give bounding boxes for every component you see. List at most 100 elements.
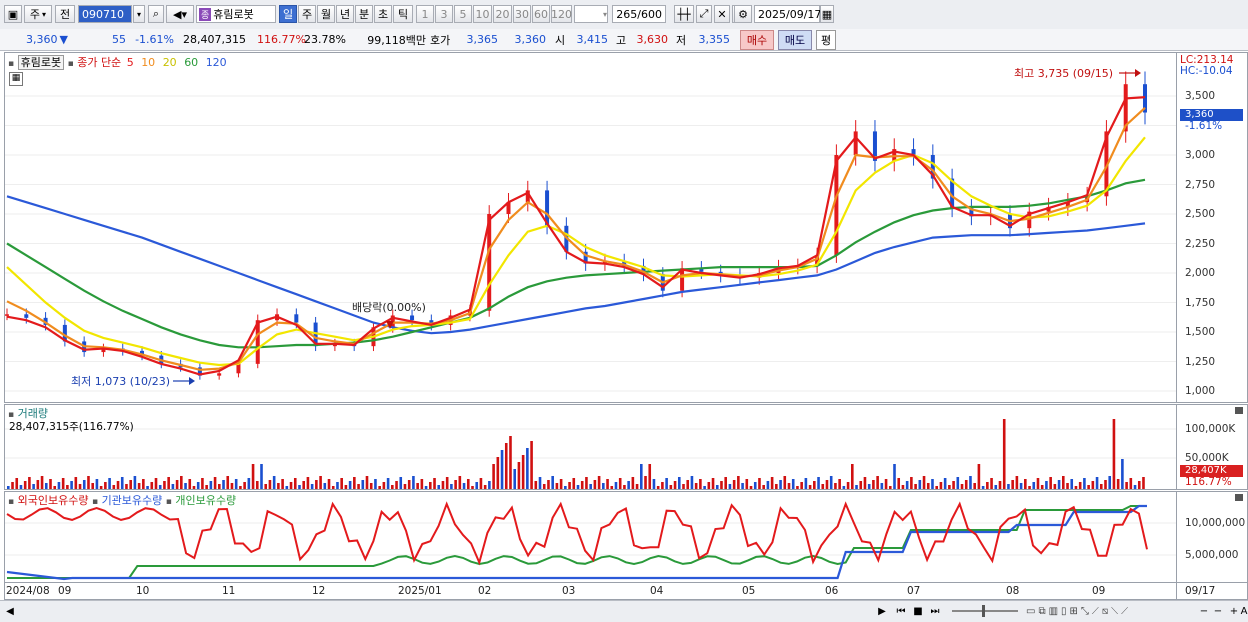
sell-button[interactable]: 매도 (778, 30, 812, 50)
last-icon[interactable]: ⏭ (927, 604, 943, 618)
zoom-slider[interactable] (950, 604, 1020, 618)
calendar-icon[interactable]: ▦ (820, 5, 834, 23)
x-label: 10 (136, 585, 150, 597)
scroll-right-icon[interactable]: ▶ (876, 604, 888, 618)
grid-toggle-icon[interactable]: ▦ (9, 72, 23, 86)
volume-bar (479, 478, 483, 489)
zoom-out-icon[interactable]: − (1198, 604, 1210, 618)
window-icon[interactable]: ▣ (4, 5, 22, 23)
chevron-down-icon[interactable]: ▾ (133, 5, 145, 23)
volume-bar (268, 480, 272, 489)
date-input[interactable]: 2025/09/17 (754, 5, 821, 23)
interval-60[interactable]: 60 (532, 5, 550, 23)
volume-bar (348, 481, 352, 489)
speaker-icon[interactable]: ◀▾ (166, 5, 194, 23)
tab-tick[interactable]: 틱 (393, 5, 413, 23)
buy-button[interactable]: 매수 (740, 30, 774, 50)
volume-bar (652, 479, 656, 489)
draw-icon[interactable]: ⤢ (696, 5, 712, 23)
volume-bar (386, 478, 390, 489)
drawing-tools[interactable]: ▭⧉▥▯⊞⤡⟋⧅⟍⟋ (1026, 604, 1226, 618)
evaluate-button[interactable]: 평 (816, 30, 836, 50)
stock-name-field[interactable]: 종 휴림로봇 (196, 5, 276, 23)
tab-week[interactable]: 주 (298, 5, 316, 23)
volume-chart[interactable]: ▪ 거래량 28,407,315주(116.77%) (4, 404, 1177, 490)
search-icon[interactable]: ⌕ (148, 5, 164, 23)
tab-minute[interactable]: 분 (355, 5, 373, 23)
interval-30[interactable]: 30 (513, 5, 531, 23)
interval-input[interactable]: ▾ (574, 5, 608, 23)
volume-bar (1053, 484, 1057, 489)
volume-bar (353, 477, 356, 489)
scroll-left-icon[interactable]: ◀ (4, 604, 16, 618)
volume-bar (403, 484, 407, 489)
volume-bar (521, 455, 525, 489)
tab-year[interactable]: 년 (336, 5, 354, 23)
interval-10[interactable]: 10 (473, 5, 492, 23)
scrollbar[interactable]: ◀ ▶ ⏮ ■ ⏭ ▭⧉▥▯⊞⤡⟋⧅⟍⟋ − − + A (0, 600, 1248, 622)
volume-bar (1011, 480, 1014, 489)
axis-label: 2,000 (1185, 267, 1216, 279)
tab-second[interactable]: 초 (374, 5, 392, 23)
crosshair-icon[interactable]: ✕ (714, 5, 730, 23)
gear-icon[interactable]: ⚙ (734, 5, 752, 23)
volume-bar (888, 486, 892, 489)
trade-amount: 99,118백만 (367, 33, 426, 47)
volume-bar (690, 476, 694, 489)
volume-bar (36, 480, 40, 489)
quote-label: 호가 (430, 33, 451, 47)
interval-20[interactable]: 20 (493, 5, 512, 23)
volume-bar (530, 441, 533, 489)
volume-bar (893, 464, 896, 489)
volume-bar (542, 484, 546, 489)
volume-bar (610, 486, 614, 489)
dividend-annotation: 배당락(0.00%) (352, 301, 426, 314)
close-icon[interactable] (1235, 494, 1243, 501)
axis-label: 2,500 (1185, 208, 1216, 220)
x-label: 02 (478, 585, 492, 597)
stock-code-input[interactable]: 090710 (78, 5, 132, 23)
volume-bar (808, 485, 812, 489)
volume-bar (547, 480, 550, 489)
stop-icon[interactable]: ■ (911, 604, 925, 618)
volume-bar (509, 436, 512, 489)
volume-bar (429, 482, 432, 489)
axis-label: 10,000,000 (1185, 517, 1246, 529)
volume-bar (555, 483, 559, 489)
tab-month[interactable]: 월 (317, 5, 335, 23)
volume-bar (91, 483, 94, 489)
interval-5[interactable]: 5 (454, 5, 472, 23)
candle-icon[interactable]: ┼┼ (674, 5, 694, 23)
volume-bar (829, 476, 833, 489)
first-icon[interactable]: ⏮ (893, 604, 909, 618)
minus-icon[interactable]: − (1212, 604, 1224, 618)
text-size-icon[interactable]: A (1240, 604, 1248, 618)
volume-bar (775, 484, 778, 489)
interval-120[interactable]: 120 (551, 5, 572, 23)
x-label: 04 (650, 585, 664, 597)
volume-bar (960, 484, 964, 489)
market-select[interactable]: 주 ▾ (24, 5, 52, 23)
volume-bar (686, 480, 690, 489)
volume-bar (70, 481, 73, 489)
volume-bar (171, 484, 175, 489)
prev-button[interactable]: 전 (55, 5, 75, 23)
zoom-in-icon[interactable]: + (1228, 604, 1240, 618)
volume-bar (19, 485, 23, 489)
count-field[interactable]: 265/600 (612, 5, 666, 23)
interval-1[interactable]: 1 (416, 5, 434, 23)
volume-bar (846, 482, 850, 489)
volume-bar (977, 464, 981, 489)
ma-line-120 (6, 195, 1146, 335)
volume-bar (327, 479, 331, 489)
tab-day[interactable]: 일 (279, 5, 297, 23)
interval-3[interactable]: 3 (435, 5, 453, 23)
volume-bar (272, 476, 276, 489)
close-icon[interactable] (1235, 407, 1243, 414)
volume-bar (779, 480, 782, 489)
price-chart[interactable]: ▪ 휴림로봇 ▪ 종가 단순 5 10 20 60 120 ▦ 최고 3,735… (4, 52, 1177, 403)
legend-type: 종가 단순 (77, 56, 122, 69)
volume-bar (424, 486, 428, 489)
holding-chart[interactable]: ▪ 외국인보유수량 ▪ 기관보유수량 ▪ 개인보유수량 (4, 491, 1177, 583)
volume-bar (1066, 483, 1069, 489)
